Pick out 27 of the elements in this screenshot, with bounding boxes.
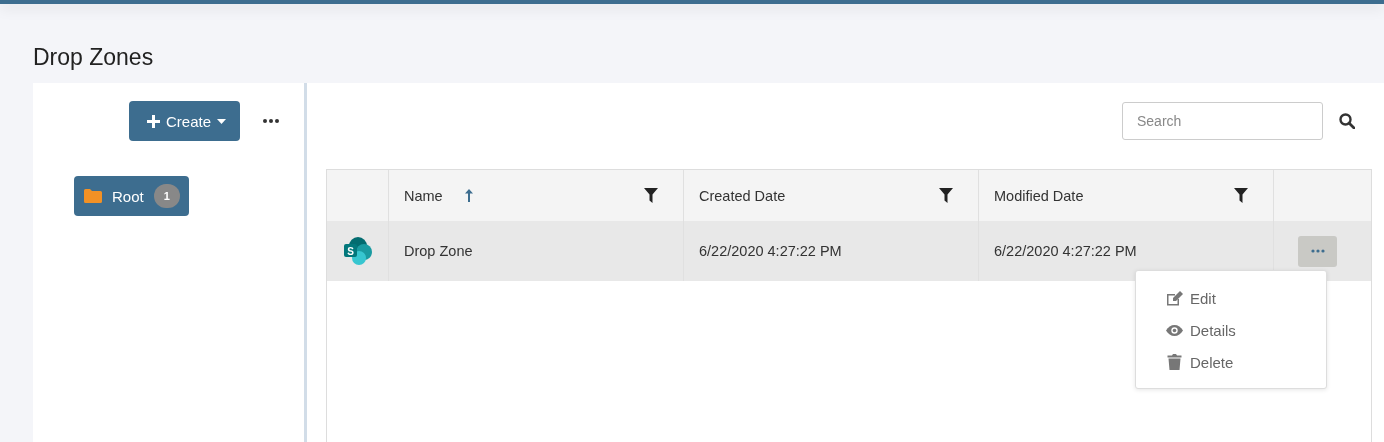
filter-icon[interactable] (644, 188, 658, 203)
search-field[interactable]: Search (1122, 102, 1323, 140)
search-icon[interactable] (1339, 113, 1355, 129)
count-badge: 1 (153, 184, 180, 208)
table-cell: Drop Zone (388, 221, 683, 281)
column-label: Name (404, 187, 443, 204)
caret-icon (217, 118, 227, 124)
create-button[interactable]: Create (129, 101, 241, 141)
table-cell: 6/22/2020 4:27:22 PM (683, 221, 978, 281)
edit-icon (1166, 290, 1183, 306)
menu-item[interactable]: Edit (1136, 282, 1326, 314)
column-label: Created Date (699, 187, 786, 204)
menu-item[interactable]: Delete (1136, 346, 1326, 378)
menu-item[interactable]: Details (1136, 314, 1326, 346)
tree-item[interactable]: Root 1 (74, 176, 189, 216)
more-icon (1310, 249, 1325, 253)
tree-label: Root (112, 187, 144, 205)
filter-icon[interactable] (939, 188, 953, 203)
eye-icon (1166, 324, 1183, 336)
filter-icon[interactable] (1234, 188, 1248, 203)
trash-icon (1166, 354, 1183, 370)
folder-icon (84, 189, 102, 203)
sort-arrow-icon[interactable] (464, 189, 473, 202)
column-label: Modified Date (994, 187, 1084, 204)
page-title: Drop Zones (33, 43, 154, 72)
plus-icon (147, 114, 160, 128)
more-icon[interactable] (263, 119, 280, 123)
